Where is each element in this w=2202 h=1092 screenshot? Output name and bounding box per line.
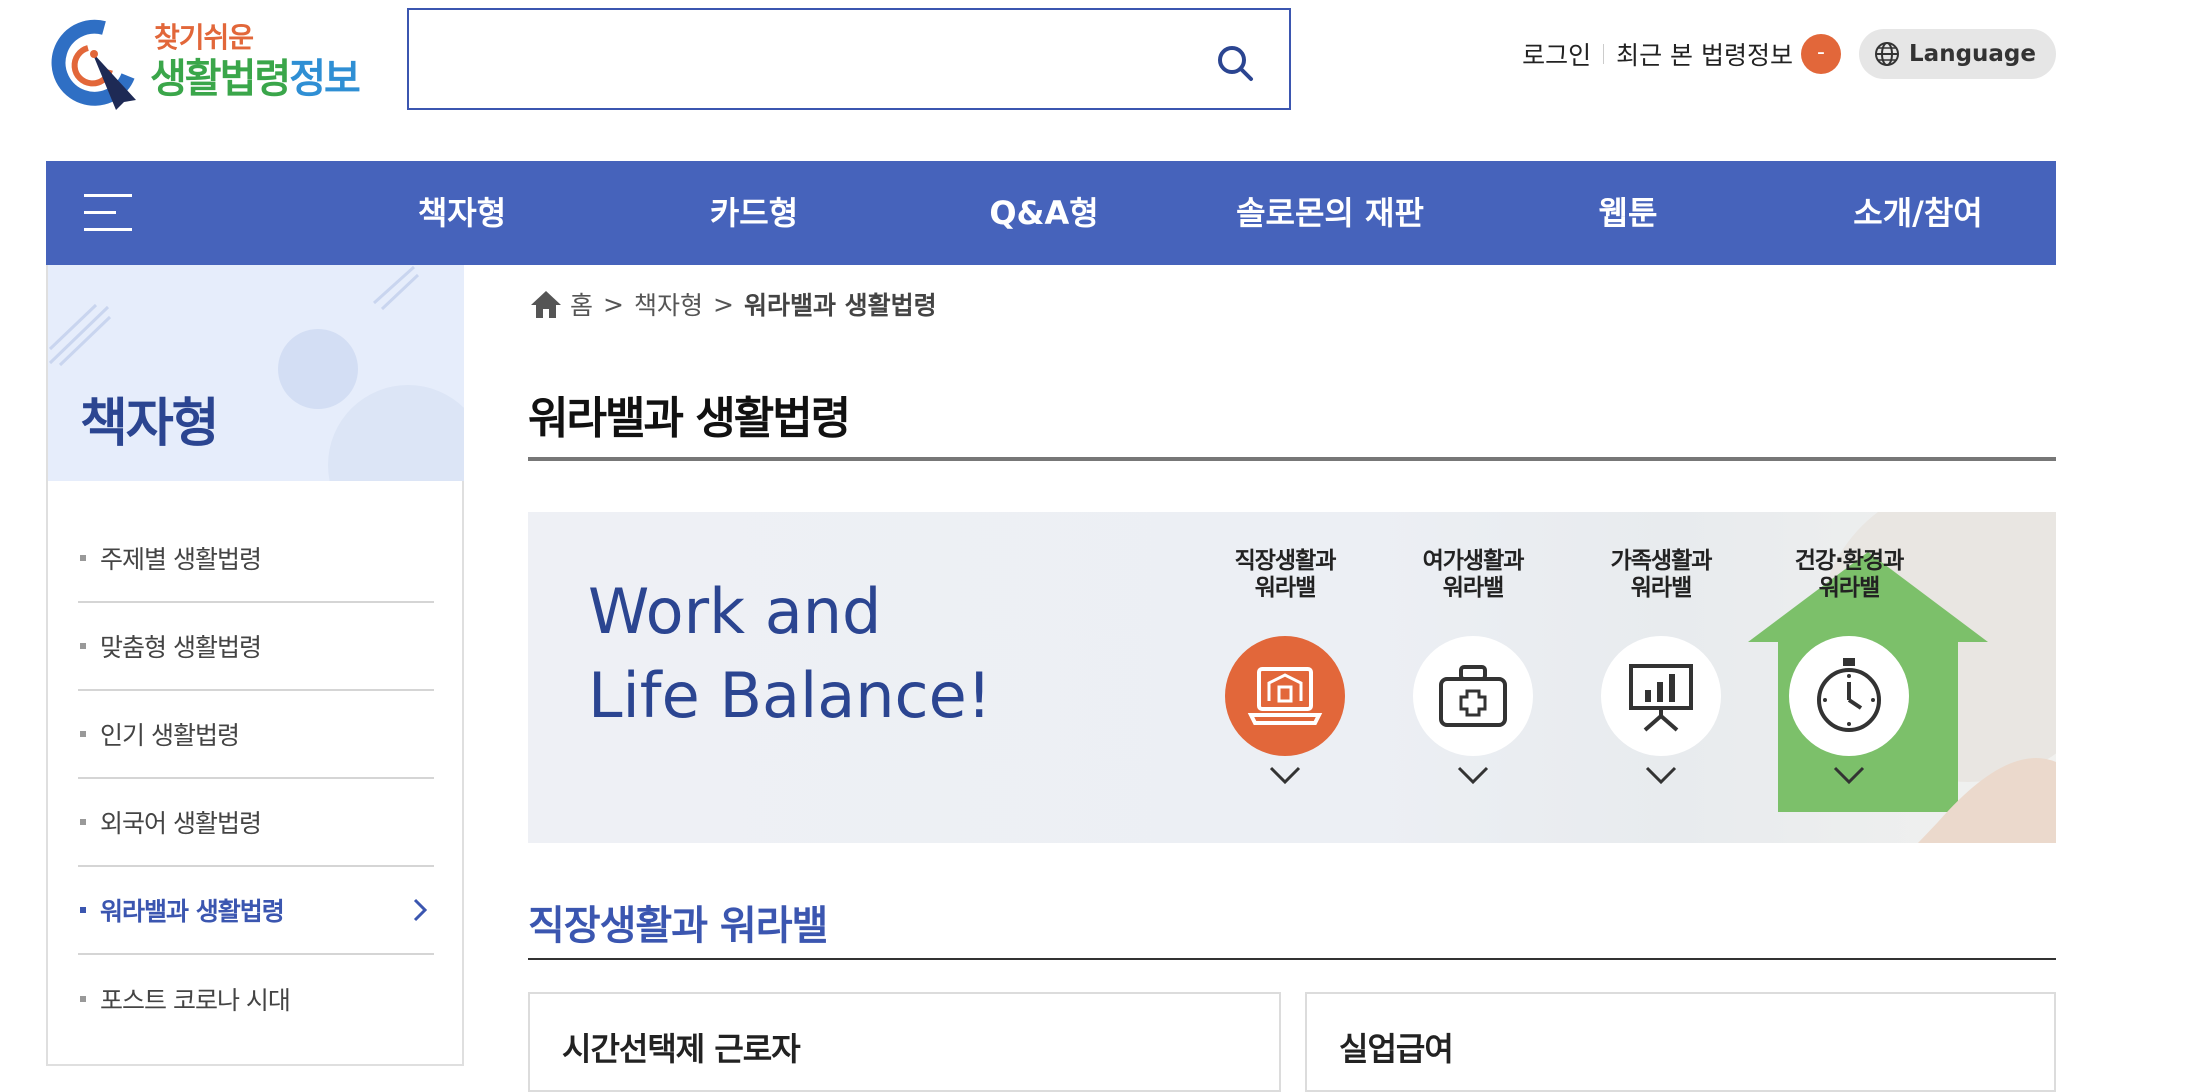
utility-links: 로그인 최근 본 법령정보 - Language [1522, 28, 2056, 80]
category-circle [1225, 636, 1345, 756]
sidebar-item-foreign[interactable]: 외국어 생활법령 [78, 779, 434, 867]
breadcrumb-level1[interactable]: 책자형 [634, 286, 703, 322]
category-circle [1789, 636, 1909, 756]
section-divider [528, 958, 2056, 960]
recent-laws-link[interactable]: 최근 본 법령정보 [1616, 36, 1793, 72]
first-aid-kit-icon [1439, 665, 1507, 727]
breadcrumb-current: 워라밸과 생활법령 [743, 291, 937, 320]
breadcrumb-home[interactable]: 홈 [570, 286, 593, 322]
section-title: 직장생활과 워라밸 [528, 903, 828, 949]
search-box [407, 8, 1291, 110]
law-card[interactable]: 실업급여 [1305, 992, 2056, 1092]
title-divider [528, 457, 2056, 461]
sidebar-item-popular[interactable]: 인기 생활법령 [78, 691, 434, 779]
category-label-line1: 건강·환경과 [1794, 548, 1905, 574]
sidebar-item-label: 포스트 코로나 시대 [100, 986, 291, 1015]
category-workplace[interactable]: 직장생활과 워라밸 [1200, 548, 1370, 790]
nav-item-booklet[interactable]: 책자형 [342, 161, 582, 265]
chevron-down-icon [1645, 766, 1677, 785]
sidebar-item-label: 주제별 생활법령 [100, 545, 262, 574]
search-icon[interactable] [1215, 43, 1255, 83]
sidebar-item-label: 워라밸과 생활법령 [100, 897, 285, 926]
breadcrumb-separator: > [712, 289, 734, 319]
globe-icon [1875, 42, 1900, 66]
stopwatch-icon [1817, 658, 1881, 732]
category-label-line1: 여가생활과 [1422, 548, 1525, 574]
hamburger-menu-icon[interactable] [84, 194, 132, 232]
category-circle [1601, 636, 1721, 756]
category-label: 가족생활과 워라밸 [1576, 548, 1746, 604]
chevron-down-icon [1833, 766, 1865, 785]
category-label-line1: 가족생활과 [1610, 548, 1713, 574]
divider [1603, 44, 1605, 64]
bullet [80, 819, 86, 825]
main-nav: 책자형 카드형 Q&A형 솔로몬의 재판 웹툰 소개/참여 [46, 161, 2056, 265]
bullet [80, 907, 86, 913]
category-label: 건강·환경과 워라밸 [1764, 548, 1934, 604]
presentation-board-icon [1629, 664, 1693, 732]
sidebar-item-worklife[interactable]: 워라밸과 생활법령 [78, 867, 434, 955]
nav-item-qa[interactable]: Q&A형 [924, 161, 1164, 265]
bullet [80, 996, 86, 1002]
home-icon[interactable] [530, 289, 562, 319]
logo-title: 생활법령정보 [150, 46, 361, 104]
logo-title-sub: 정보 [289, 56, 361, 102]
sidebar-title: 책자형 [80, 394, 220, 454]
sidebar-item-label: 인기 생활법령 [100, 721, 240, 750]
bullet [80, 643, 86, 649]
site-logo[interactable]: 찾기쉬운 생활법령정보 [44, 8, 374, 110]
search-input[interactable] [429, 30, 1213, 92]
law-card[interactable]: 시간선택제 근로자 [528, 992, 1281, 1092]
nav-item-card[interactable]: 카드형 [634, 161, 874, 265]
law-card-title: 실업급여 [1339, 1030, 1454, 1068]
category-leisure[interactable]: 여가생활과 워라밸 [1388, 548, 1558, 790]
logo-title-main: 생활법령 [150, 56, 291, 102]
nav-item-solomon[interactable]: 솔로몬의 재판 [1170, 161, 1490, 265]
recent-count-badge: - [1801, 34, 1842, 74]
sidebar-item-label: 맞춤형 생활법령 [100, 633, 262, 662]
law-card-title: 시간선택제 근로자 [562, 1030, 801, 1068]
language-label: Language [1909, 41, 2036, 67]
chevron-right-icon [413, 898, 428, 922]
breadcrumb-separator: > [603, 289, 624, 319]
hero-banner: Work and Life Balance! 직장생활과 워라밸 여가생활과 워라밸… [528, 512, 2056, 843]
category-label-line2: 워라밸 [1818, 575, 1880, 601]
nav-item-webtoon[interactable]: 웹툰 [1508, 161, 1748, 265]
category-label-line2: 워라밸 [1254, 575, 1316, 601]
banner-headline: Work and Life Balance! [588, 570, 992, 738]
category-family[interactable]: 가족생활과 워라밸 [1576, 548, 1746, 790]
laptop-office-icon [1247, 667, 1323, 725]
category-label-line1: 직장생활과 [1234, 548, 1337, 574]
banner-headline-line2: Life Balance! [588, 659, 992, 732]
category-label-line2: 워라밸 [1442, 575, 1504, 601]
category-circle [1413, 636, 1533, 756]
sidebar-item-label: 외국어 생활법령 [100, 809, 262, 838]
breadcrumb: 홈 > 책자형 > 워라밸과 생활법령 [530, 286, 937, 322]
bullet [80, 731, 86, 737]
language-button[interactable]: Language [1859, 29, 2056, 79]
page-title: 워라밸과 생활법령 [528, 393, 851, 444]
bullet [80, 555, 86, 561]
category-health-environment[interactable]: 건강·환경과 워라밸 [1764, 548, 1934, 790]
sidebar: 책자형 주제별 생활법령 맞춤형 생활법령 인기 생활법령 외국어 생활법령 워… [46, 265, 464, 1066]
chevron-down-icon [1269, 766, 1301, 785]
sidebar-item-topic[interactable]: 주제별 생활법령 [78, 515, 434, 603]
category-label-line2: 워라밸 [1630, 575, 1692, 601]
logo-icon [51, 19, 136, 110]
chevron-down-icon [1457, 766, 1489, 785]
sidebar-header: 책자형 [48, 265, 464, 481]
sidebar-item-custom[interactable]: 맞춤형 생활법령 [78, 603, 434, 691]
banner-headline-line1: Work and [588, 575, 882, 648]
nav-item-about[interactable]: 소개/참여 [1798, 161, 2038, 265]
category-label: 여가생활과 워라밸 [1388, 548, 1558, 604]
login-link[interactable]: 로그인 [1522, 36, 1591, 72]
sidebar-item-post-corona[interactable]: 포스트 코로나 시대 [78, 955, 434, 1043]
category-label: 직장생활과 워라밸 [1200, 548, 1370, 604]
